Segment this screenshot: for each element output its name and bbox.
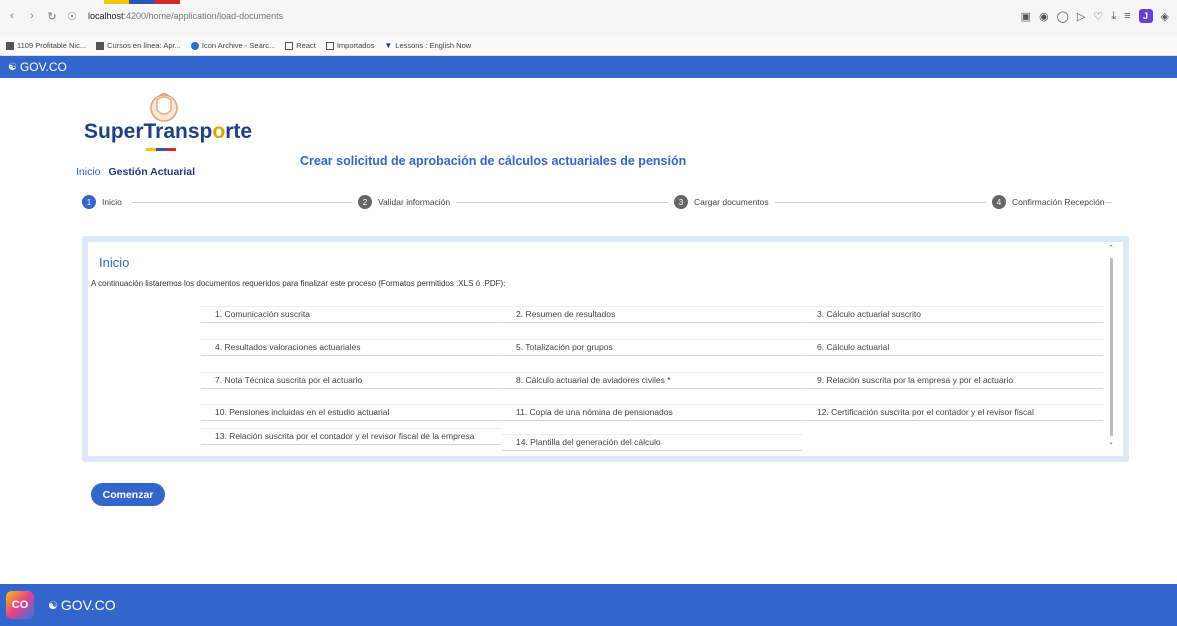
- bookmark-item[interactable]: Cursos en línea: Apr...: [96, 41, 181, 50]
- footer-gov-label: GOV.CO: [60, 597, 116, 613]
- bookmark-label: 1109 Profitable Nic...: [17, 41, 87, 50]
- address-bar[interactable]: localhost:4200/home/application/load-doc…: [88, 11, 283, 21]
- bookmark-item[interactable]: ▼ Lessons : English Now: [384, 41, 471, 50]
- back-icon[interactable]: ‹: [4, 10, 20, 22]
- step-number: 4: [992, 195, 1006, 209]
- scroll-down-icon[interactable]: ⌄: [1108, 438, 1114, 446]
- start-button[interactable]: Comenzar: [91, 483, 165, 506]
- brand-name-accent: o: [212, 120, 226, 143]
- gov-header-bar: ☯ GOV.CO: [0, 56, 1177, 78]
- flag-strip: [104, 0, 180, 4]
- bookmark-label: Cursos en línea: Apr...: [107, 41, 181, 50]
- step-number: 1: [82, 195, 96, 209]
- bookmark-item[interactable]: React: [285, 41, 316, 50]
- heart-icon[interactable]: ♡: [1093, 10, 1103, 23]
- shield-icon[interactable]: ◯: [1057, 10, 1069, 23]
- footer-bar: CO ☯ GOV.CO: [0, 584, 1177, 626]
- document-item: 12. Certificación suscrita por el contad…: [803, 404, 1103, 421]
- step-number: 3: [674, 195, 688, 209]
- step-confirmacion: 4 Confirmación Recepción: [986, 195, 1105, 209]
- gov-label: GOV.CO: [19, 60, 67, 74]
- step-label: Validar información: [378, 197, 451, 207]
- document-item: 6. Cálculo actuarial: [803, 339, 1103, 356]
- camera-icon[interactable]: ◉: [1039, 10, 1049, 23]
- breadcrumb-current: Gestión Actuarial: [108, 166, 196, 178]
- step-validar: 2 Validar información: [352, 195, 457, 209]
- document-item: 2. Resumen de resultados: [502, 306, 802, 323]
- document-item: 7. Nota Técnica suscrita por el actuario: [201, 372, 501, 389]
- step-label: Confirmación Recepción: [1012, 197, 1105, 207]
- play-icon[interactable]: ▷: [1077, 10, 1085, 23]
- brand-flag-strip: [146, 148, 176, 151]
- documents-card-frame: Inicio A continuación listaremos los doc…: [82, 236, 1129, 462]
- extension-icon[interactable]: ◈: [1161, 10, 1169, 23]
- gov-logo[interactable]: ☯ GOV.CO: [8, 60, 67, 74]
- bookmarks-bar: 1109 Profitable Nic... Cursos en línea: …: [0, 36, 1177, 56]
- brand-name-suffix: rte: [225, 120, 253, 143]
- bookmark-item[interactable]: 1109 Profitable Nic...: [6, 41, 86, 50]
- bookmark-item[interactable]: Icon Archive - Searc...: [190, 41, 276, 50]
- breadcrumb: Inicio Gestión Actuarial: [76, 166, 195, 178]
- screenshot-icon[interactable]: ▣: [1021, 10, 1031, 23]
- gov-shield-icon: ☯: [8, 61, 17, 73]
- document-item: 5. Totalización por grupos: [502, 339, 802, 356]
- card-scrollbar[interactable]: ⌃ ⌄: [1108, 245, 1115, 448]
- progress-stepper: 1 Inicio 2 Validar información 3 Cargar …: [82, 195, 1112, 211]
- site-info-icon[interactable]: ☉: [64, 10, 80, 23]
- colombia-logo: CO: [6, 591, 34, 619]
- card-title: Inicio: [99, 255, 130, 270]
- document-item: 14. Plantilla del generación del cálculo: [502, 434, 802, 451]
- step-label: Inicio: [102, 197, 122, 207]
- bookmark-label: Importados: [336, 41, 375, 50]
- step-label: Cargar documentos: [694, 197, 769, 207]
- url-host: localhost: [88, 11, 124, 21]
- document-item: 4. Resultados valoraciones actuariales: [201, 339, 501, 356]
- file-icon: [6, 41, 14, 50]
- profile-avatar[interactable]: J: [1138, 9, 1153, 23]
- scroll-up-icon[interactable]: ⌃: [1108, 244, 1114, 252]
- document-item: 8. Cálculo actuarial de aviadores civile…: [502, 372, 802, 389]
- bookmark-item[interactable]: Importados: [325, 41, 375, 50]
- document-item: 3. Cálculo actuarial suscrito: [803, 306, 1103, 323]
- brand-name: SuperTransporte: [84, 120, 252, 144]
- step-cargar: 3 Cargar documentos: [668, 195, 775, 209]
- brand-name-prefix: SuperTransp: [84, 120, 213, 143]
- browser-toolbar: ‹ › ↻ ☉ localhost:4200/home/application/…: [0, 0, 1177, 36]
- step-inicio: 1 Inicio: [82, 195, 128, 209]
- stepper-line: [132, 202, 1112, 203]
- reload-icon[interactable]: ↻: [44, 10, 60, 23]
- document-item: 9. Relación suscrita por la empresa y po…: [803, 372, 1103, 389]
- breadcrumb-home[interactable]: Inicio: [76, 166, 101, 178]
- bookmark-label: React: [296, 41, 316, 50]
- file-icon: [96, 41, 105, 50]
- document-item: 1. Comunicación suscrita: [201, 306, 501, 323]
- page-title: Crear solicitud de aprobación de cálculo…: [300, 154, 687, 168]
- iconarchive-icon: [190, 41, 199, 50]
- bookmark-label: Lessons : English Now: [395, 41, 472, 50]
- documents-card: Inicio A continuación listaremos los doc…: [88, 242, 1123, 456]
- url-path: :4200/home/application/load-documents: [123, 11, 284, 21]
- folder-icon: [325, 41, 334, 50]
- document-item: 13. Relación suscrita por el contador y …: [201, 428, 501, 445]
- step-number: 2: [358, 195, 372, 209]
- coat-of-arms-icon: [150, 92, 178, 122]
- gov-shield-icon: ☯: [48, 599, 58, 612]
- menu-icon[interactable]: ≡: [1124, 10, 1130, 22]
- document-item: 10. Pensiones incluidas en el estudio ac…: [201, 404, 501, 421]
- download-icon[interactable]: ⤓: [1111, 10, 1116, 23]
- document-item: 11. Copia de una nómina de pensionados: [502, 404, 802, 421]
- forward-icon[interactable]: ›: [24, 10, 40, 22]
- heart-icon: ▼: [384, 41, 393, 50]
- bookmark-label: Icon Archive - Searc...: [201, 41, 276, 50]
- card-description: A continuación listaremos los documentos…: [91, 279, 506, 288]
- scrollbar-thumb[interactable]: [1110, 258, 1113, 436]
- footer-gov-logo[interactable]: ☯ GOV.CO: [48, 597, 116, 613]
- folder-icon: [285, 41, 294, 50]
